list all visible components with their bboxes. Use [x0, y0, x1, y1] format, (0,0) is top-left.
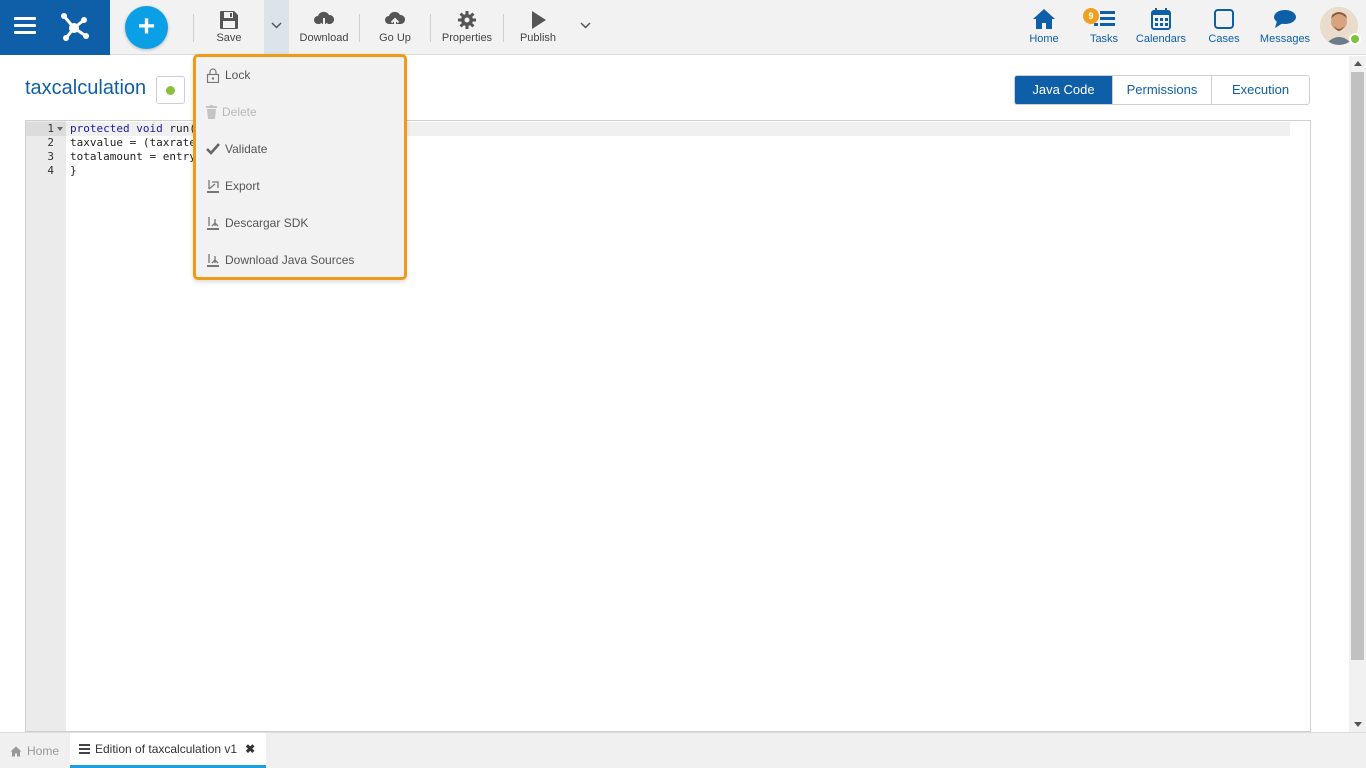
view-tabs: Java Code Permissions Execution [1014, 75, 1310, 105]
save-button[interactable]: Save [205, 0, 253, 55]
publish-label: Publish [519, 32, 557, 44]
nav-home[interactable]: Home [1024, 0, 1064, 55]
code-keyword: protected void [70, 122, 163, 135]
go-up-button[interactable]: Go Up [372, 0, 418, 55]
bottom-tab-edition[interactable]: Edition of taxcalculation v1 ✖ [70, 733, 266, 768]
bottom-tab-bar: Home Edition of taxcalculation v1 ✖ [0, 732, 1366, 768]
menu-item-label: Delete [222, 105, 257, 119]
home-icon [10, 746, 22, 756]
bottom-tab-home-label: Home [27, 744, 60, 758]
menu-item-label: Descargar SDK [225, 216, 309, 230]
menu-item-label: Lock [225, 68, 251, 82]
line-number: 2 [47, 136, 54, 149]
floppy-disk-icon [220, 11, 238, 29]
more-actions-menu: Lock Delete Validate Export Descargar SD… [193, 54, 407, 280]
check-icon [206, 143, 220, 155]
nav-cases-label: Cases [1208, 33, 1240, 45]
status-badge[interactable] [156, 76, 185, 104]
chevron-down-icon [271, 22, 282, 29]
tab-permissions[interactable]: Permissions [1112, 76, 1211, 104]
download-label: Download [299, 32, 349, 44]
export-icon [207, 179, 219, 193]
status-dot-icon [166, 86, 175, 95]
source-download-icon [207, 253, 219, 267]
code-line: totalamount = entry [70, 150, 196, 163]
toolbar-divider [359, 14, 360, 42]
menu-icon[interactable] [14, 17, 36, 35]
menu-item-validate[interactable]: Validate [206, 139, 267, 159]
toolbar-divider [193, 14, 194, 42]
bottom-tab-home[interactable]: Home [10, 733, 59, 768]
cloud-download-icon [314, 11, 335, 29]
brand-area [0, 0, 110, 55]
scroll-down-icon[interactable] [1354, 722, 1362, 727]
top-toolbar: + Save Download Go Up Properties Publish… [0, 0, 1366, 55]
code-line: protected void run( [70, 122, 196, 135]
sdk-download-icon [207, 216, 219, 230]
chevron-down-icon [580, 22, 591, 29]
nav-calendars[interactable]: Calendars [1134, 0, 1188, 55]
toolbar-divider [503, 14, 504, 42]
menu-item-delete: Delete [206, 102, 257, 122]
nav-tasks-label: Tasks [1089, 33, 1119, 45]
properties-label: Properties [441, 32, 493, 44]
cases-icon [1214, 9, 1234, 29]
line-number: 3 [47, 150, 54, 163]
bottom-tab-edition-label: Edition of taxcalculation v1 [95, 742, 238, 756]
tab-execution[interactable]: Execution [1211, 76, 1309, 104]
menu-item-lock[interactable]: Lock [206, 65, 250, 85]
trash-icon [206, 105, 217, 119]
code-line: taxvalue = (taxrate [70, 136, 196, 149]
gear-icon [458, 11, 476, 29]
nav-cases[interactable]: Cases [1204, 0, 1244, 55]
tasks-count-badge: 9 [1083, 8, 1099, 24]
menu-item-descargar-sdk[interactable]: Descargar SDK [206, 213, 308, 233]
nav-messages-label: Messages [1259, 33, 1311, 45]
menu-item-label: Download Java Sources [225, 253, 355, 267]
save-label: Save [216, 32, 242, 44]
fold-arrow-icon[interactable] [57, 127, 63, 131]
close-icon[interactable]: ✖ [245, 742, 255, 756]
vertical-scrollbar[interactable] [1349, 56, 1366, 732]
more-toolbar-button[interactable] [573, 0, 598, 55]
code-text: run( [162, 122, 196, 135]
more-actions-dropdown-button[interactable] [264, 0, 289, 55]
properties-button[interactable]: Properties [438, 0, 496, 55]
cloud-upload-icon [385, 11, 406, 28]
calendar-icon [1151, 8, 1171, 30]
scroll-thumb[interactable] [1351, 72, 1364, 660]
line-number: 1 [47, 122, 54, 135]
line-number: 4 [47, 164, 54, 177]
menu-item-export[interactable]: Export [206, 176, 260, 196]
home-icon [1033, 9, 1055, 29]
publish-button[interactable]: Publish [516, 0, 560, 55]
toolbar-divider [430, 14, 431, 42]
tab-java-code[interactable]: Java Code [1015, 76, 1112, 104]
download-button[interactable]: Download [296, 0, 352, 55]
nav-calendars-label: Calendars [1135, 33, 1187, 45]
list-icon [79, 744, 90, 754]
scroll-up-icon[interactable] [1354, 61, 1362, 66]
add-button[interactable]: + [125, 6, 168, 49]
code-line: } [70, 164, 77, 177]
line-number-gutter [26, 121, 66, 731]
nav-messages[interactable]: Messages [1258, 0, 1312, 55]
go-up-label: Go Up [379, 32, 411, 44]
logo-icon[interactable] [56, 8, 92, 44]
chat-bubble-icon [1274, 10, 1296, 28]
menu-item-label: Validate [225, 142, 268, 156]
play-icon [532, 11, 546, 29]
menu-item-label: Export [225, 179, 260, 193]
page-title: taxcalculation [25, 77, 147, 99]
nav-home-label: Home [1029, 33, 1059, 45]
menu-item-download-java-sources[interactable]: Download Java Sources [206, 250, 354, 270]
online-status-indicator [1349, 33, 1361, 45]
lock-icon [206, 67, 220, 83]
